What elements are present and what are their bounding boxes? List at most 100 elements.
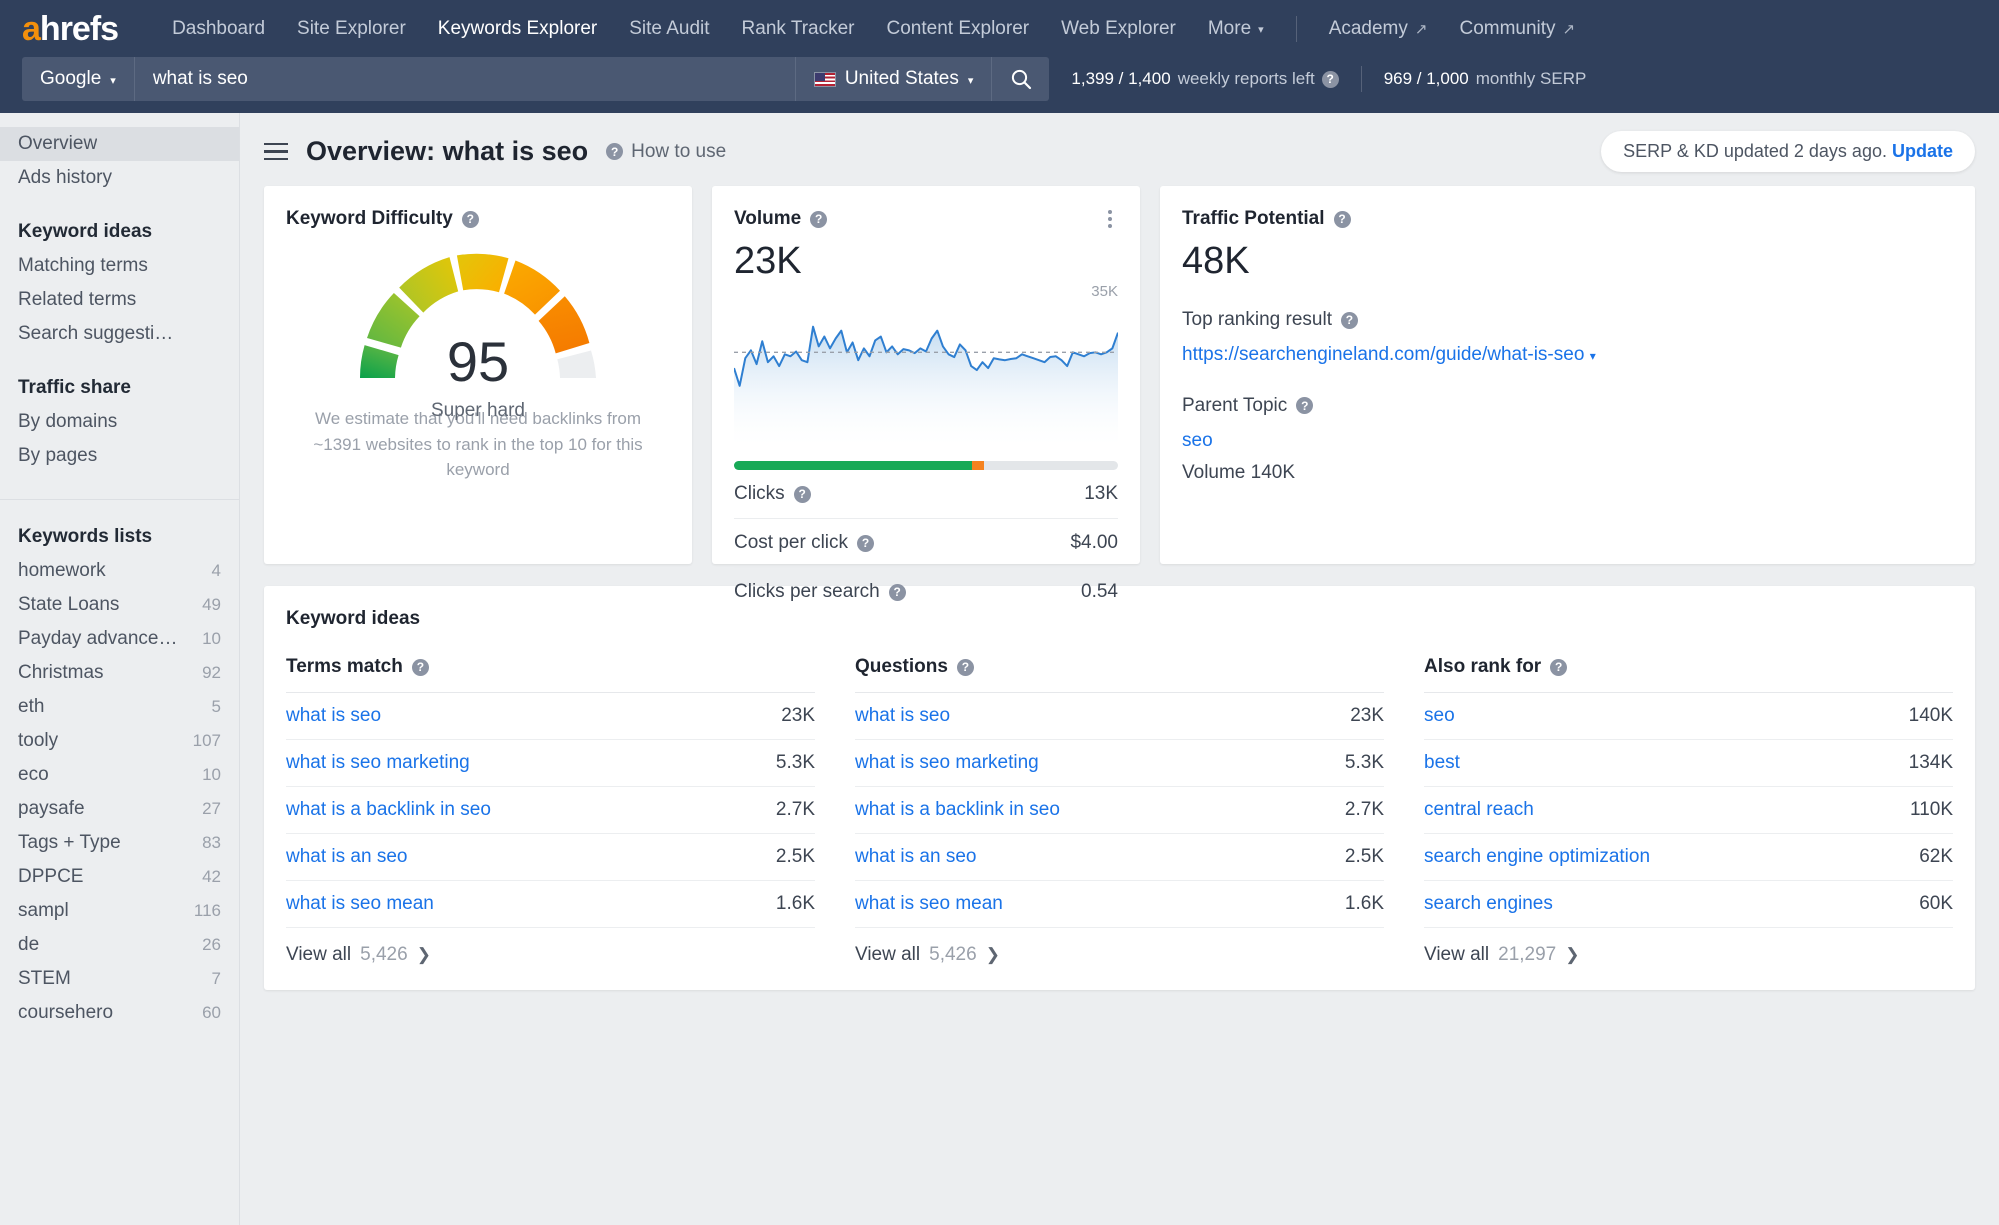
view-all-label: View all xyxy=(855,944,921,965)
help-icon[interactable]: ? xyxy=(1333,210,1351,228)
country-select[interactable]: United States ▾ xyxy=(794,57,992,101)
keyword-idea-link[interactable]: what is an seo xyxy=(286,846,407,868)
keyword-idea-link[interactable]: what is seo xyxy=(855,705,950,727)
keyword-ideas-card: Keyword ideas Terms match? what is seo 23K… xyxy=(264,586,1975,990)
keyword-list-item[interactable]: eth 5 xyxy=(0,690,239,724)
help-icon[interactable]: ? xyxy=(888,583,906,601)
view-all-link[interactable]: View all 5,426 ❯ xyxy=(855,928,1384,966)
menu-toggle-icon[interactable] xyxy=(264,142,288,161)
volume-title-row: Volume ? xyxy=(734,208,1118,230)
keyword-idea-link[interactable]: best xyxy=(1424,752,1460,774)
nav-link-more[interactable]: More ▾ xyxy=(1192,18,1280,40)
keyword-search-input[interactable] xyxy=(134,57,795,101)
primary-nav-links: Dashboard Site Explorer Keywords Explorer S… xyxy=(156,18,1280,40)
keyword-ideas-column-header: Terms match? xyxy=(286,656,815,693)
top-ranking-result-link[interactable]: https://searchengineland.com/guide/what-… xyxy=(1182,341,1953,369)
sidebar-item-label: de xyxy=(18,934,40,955)
nav-link-community[interactable]: Community ↗ xyxy=(1443,18,1591,40)
help-icon[interactable]: ? xyxy=(1321,70,1339,88)
keyword-idea-link[interactable]: what is seo mean xyxy=(855,893,1003,915)
keyword-list-item[interactable]: STEM 7 xyxy=(0,962,239,996)
sidebar-item-related-terms[interactable]: Related terms xyxy=(0,283,239,317)
keyword-idea-link[interactable]: what is seo xyxy=(286,705,381,727)
clicks-distribution-bar xyxy=(734,461,1118,470)
help-icon[interactable]: ? xyxy=(793,485,811,503)
keyword-list-item[interactable]: Tags + Type 83 xyxy=(0,826,239,860)
sidebar-item-by-domains[interactable]: By domains xyxy=(0,405,239,439)
view-all-link[interactable]: View all 21,297 ❯ xyxy=(1424,928,1953,966)
parent-topic-link[interactable]: seo xyxy=(1182,427,1953,455)
ahrefs-logo[interactable]: ahrefs xyxy=(22,9,119,48)
keyword-idea-volume: 23K xyxy=(1350,705,1384,726)
nav-link-keywords-explorer[interactable]: Keywords Explorer xyxy=(422,18,613,40)
keyword-list-item[interactable]: coursehero 60 xyxy=(0,996,239,1030)
view-all-count: 5,426 xyxy=(929,944,977,965)
sidebar-item-count: 10 xyxy=(202,765,221,784)
nav-link-site-explorer[interactable]: Site Explorer xyxy=(281,18,422,40)
sidebar-item-label: Tags + Type xyxy=(18,832,121,853)
nav-link-web-explorer[interactable]: Web Explorer xyxy=(1045,18,1192,40)
nav-link-content-explorer[interactable]: Content Explorer xyxy=(871,18,1046,40)
keyword-idea-link[interactable]: what is seo marketing xyxy=(855,752,1039,774)
keyword-list-item[interactable]: State Loans 49 xyxy=(0,588,239,622)
keyword-idea-link[interactable]: search engine optimization xyxy=(1424,846,1650,868)
keyword-idea-volume: 140K xyxy=(1908,705,1953,726)
keyword-idea-link[interactable]: search engines xyxy=(1424,893,1553,915)
keyword-list-item[interactable]: homework 4 xyxy=(0,554,239,588)
keyword-list-item[interactable]: de 26 xyxy=(0,928,239,962)
keyword-idea-link[interactable]: what is a backlink in seo xyxy=(286,799,491,821)
chevron-down-icon[interactable]: ▾ xyxy=(1590,349,1596,363)
keyword-idea-link[interactable]: what is seo marketing xyxy=(286,752,470,774)
sidebar-item-search-suggestions[interactable]: Search suggestions xyxy=(0,317,239,351)
keyword-list-item[interactable]: DPPCE 42 xyxy=(0,860,239,894)
nav-link-dashboard[interactable]: Dashboard xyxy=(156,18,281,40)
help-icon[interactable]: ? xyxy=(1296,397,1314,415)
keyword-list-item[interactable]: tooly 107 xyxy=(0,724,239,758)
nav-link-rank-tracker[interactable]: Rank Tracker xyxy=(726,18,871,40)
nav-link-academy[interactable]: Academy ↗ xyxy=(1313,18,1444,40)
counter-divider xyxy=(1360,66,1362,92)
serp-update-notice: SERP & KD updated 2 days ago. Update xyxy=(1601,131,1975,172)
search-engine-select[interactable]: Google ▾ xyxy=(22,57,135,101)
keyword-idea-link[interactable]: what is seo mean xyxy=(286,893,434,915)
keyword-idea-volume: 62K xyxy=(1919,846,1953,867)
nav-link-label: Community xyxy=(1459,17,1556,39)
keyword-idea-link[interactable]: central reach xyxy=(1424,799,1534,821)
chevron-right-icon: ❯ xyxy=(985,945,1000,964)
volume-card-menu-icon[interactable] xyxy=(1102,208,1118,230)
keyword-list-item[interactable]: paysafe 27 xyxy=(0,792,239,826)
sidebar-item-matching-terms[interactable]: Matching terms xyxy=(0,249,239,283)
keyword-idea-row: what is seo marketing 5.3K xyxy=(855,740,1384,787)
keyword-list-item[interactable]: eco 10 xyxy=(0,758,239,792)
keyword-ideas-column: Terms match? what is seo 23K what is seo ma… xyxy=(286,656,815,966)
sidebar-top-section: Overview Ads history xyxy=(0,127,239,195)
update-button[interactable]: Update xyxy=(1892,141,1953,161)
sidebar-item-ads-history[interactable]: Ads history xyxy=(0,161,239,195)
help-icon[interactable]: ? xyxy=(956,658,974,676)
page-title: Overview: what is seo xyxy=(306,136,589,166)
help-icon[interactable]: ? xyxy=(1550,658,1568,676)
keyword-list-item[interactable]: sampl 116 xyxy=(0,894,239,928)
help-icon: ? xyxy=(606,143,624,160)
nav-link-site-audit[interactable]: Site Audit xyxy=(613,18,725,40)
sidebar-item-overview[interactable]: Overview xyxy=(0,127,239,161)
keyword-list-item[interactable]: Christmas 92 xyxy=(0,656,239,690)
volume-label: Volume xyxy=(734,208,802,229)
logo-letter-a: a xyxy=(22,9,41,48)
help-icon[interactable]: ? xyxy=(411,658,429,676)
keyword-idea-link[interactable]: seo xyxy=(1424,705,1455,727)
help-icon[interactable]: ? xyxy=(1340,311,1358,329)
keyword-idea-link[interactable]: what is an seo xyxy=(855,846,976,868)
help-icon[interactable]: ? xyxy=(461,210,479,228)
sidebar-item-by-pages[interactable]: By pages xyxy=(0,439,239,473)
help-icon[interactable]: ? xyxy=(810,210,828,228)
search-button[interactable] xyxy=(991,57,1050,101)
keyword-idea-link[interactable]: what is a backlink in seo xyxy=(855,799,1060,821)
volume-metric-value: $4.00 xyxy=(1070,532,1118,553)
view-all-link[interactable]: View all 5,426 ❯ xyxy=(286,928,815,966)
volume-metric-label-group: Cost per click? xyxy=(734,532,875,554)
how-to-use-link[interactable]: ? How to use xyxy=(606,141,726,163)
keyword-list-item[interactable]: Payday advance a… 10 xyxy=(0,622,239,656)
help-icon[interactable]: ? xyxy=(857,534,875,552)
update-notice-text: SERP & KD updated 2 days ago. xyxy=(1623,141,1887,161)
